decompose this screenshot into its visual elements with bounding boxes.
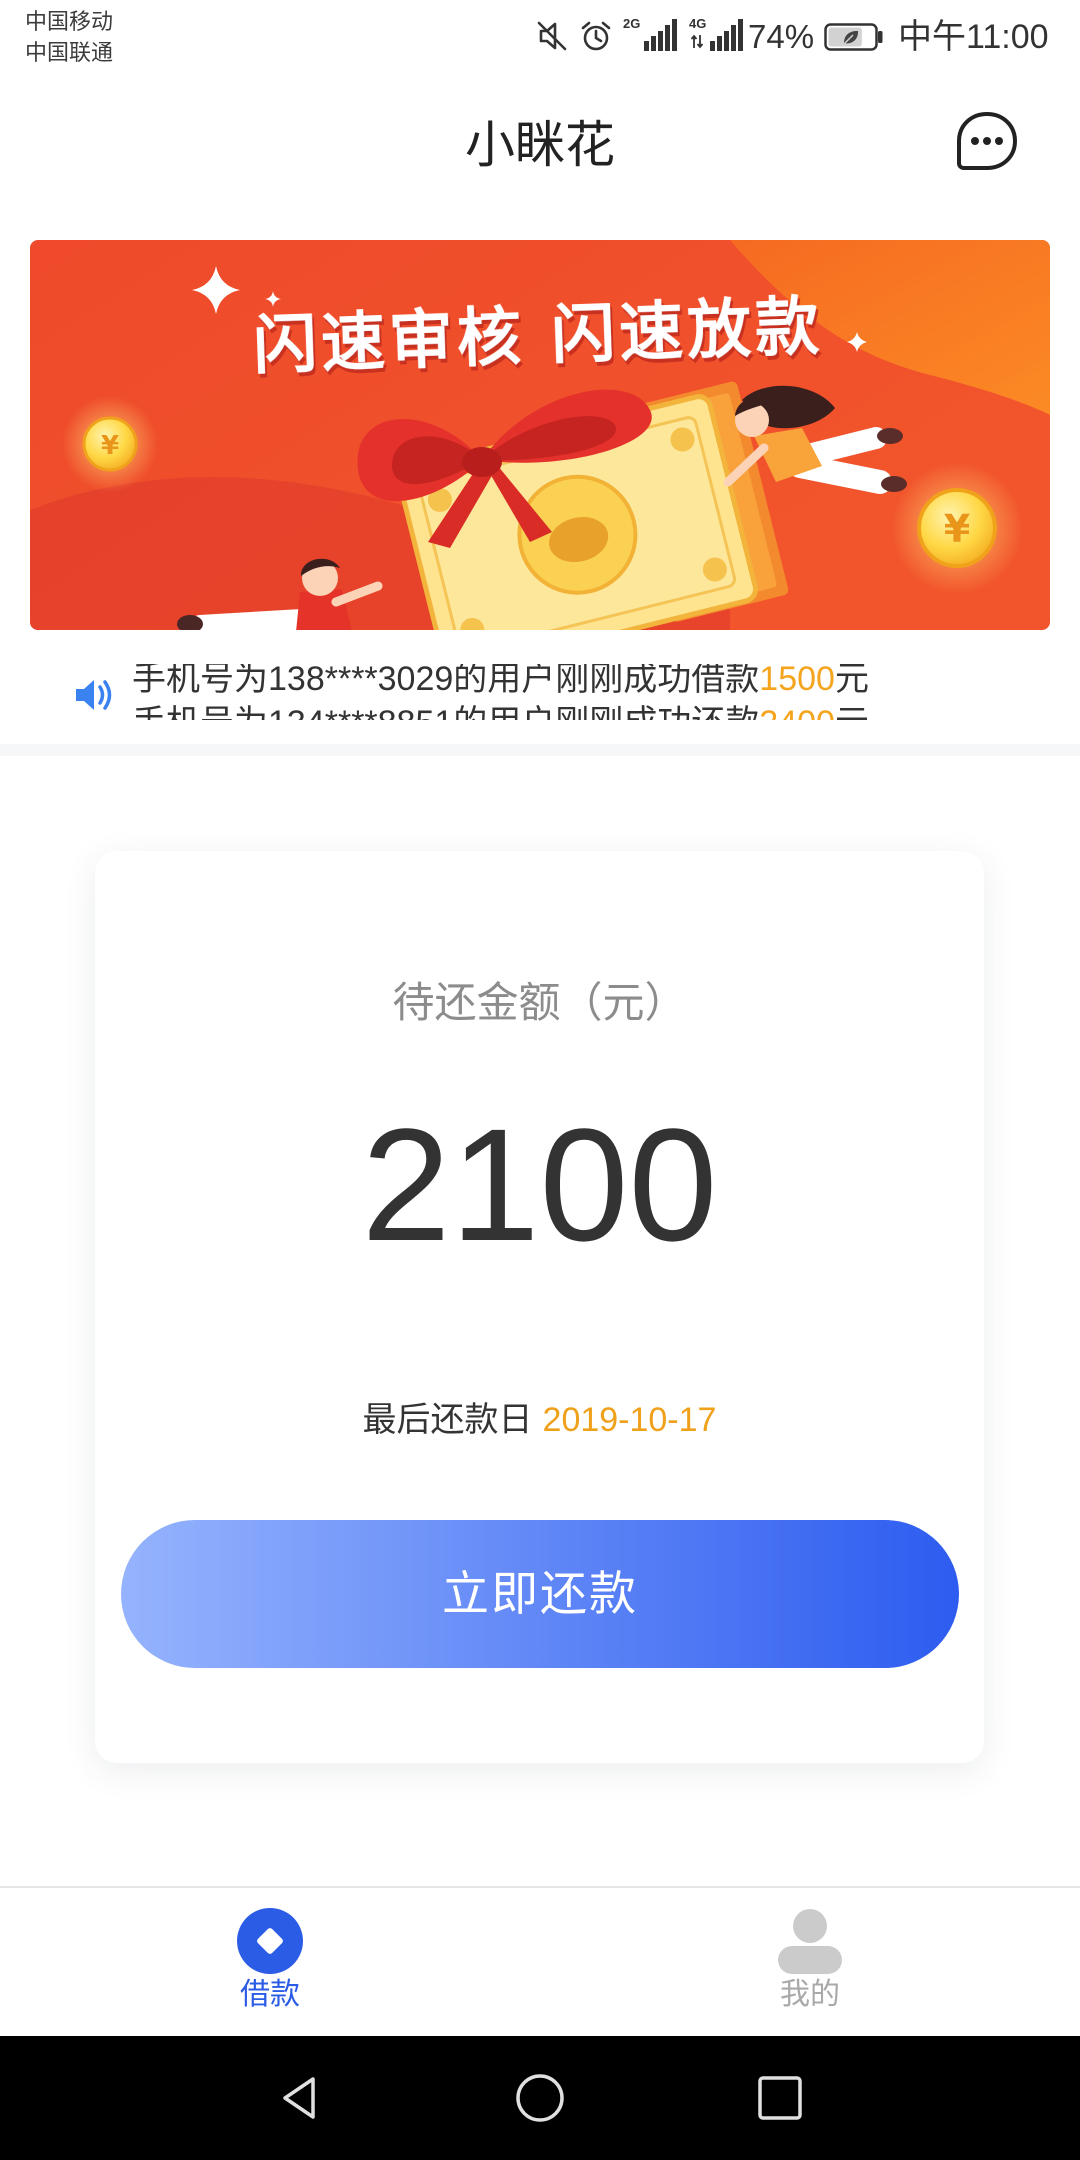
- ticker-message-unit: 元: [834, 664, 869, 698]
- recents-icon[interactable]: [755, 2073, 805, 2123]
- coin-symbol: ¥: [944, 507, 970, 551]
- ticker-message-list: 手机号为138****3029的用户刚刚成功借款1500元 手机号为134***…: [132, 664, 869, 720]
- mute-icon: [537, 21, 567, 51]
- battery-percentage: 74%: [748, 18, 815, 55]
- repay-now-button[interactable]: 立即还款: [121, 1520, 959, 1668]
- tab-loan[interactable]: 借款: [0, 1888, 540, 2036]
- signal-icon: [710, 19, 743, 51]
- amount-due-label: 待还金额（元）: [392, 979, 687, 1026]
- chat-bubble-icon[interactable]: [955, 110, 1019, 174]
- profile-icon: [778, 1909, 842, 1974]
- clock: 中午11:00: [898, 18, 1049, 56]
- coin-icon: ¥: [62, 396, 158, 492]
- loan-icon: [237, 1908, 303, 1974]
- bottom-tab-bar: 借款 我的: [0, 1886, 1080, 2036]
- ticker-message: 手机号为134****8851的用户刚刚成功还款2400元: [132, 701, 869, 720]
- ticker-message-amount: 2400: [759, 704, 835, 720]
- tab-loan-label: 借款: [240, 1978, 300, 2011]
- carrier-sim1: 中国移动: [25, 9, 114, 34]
- data-arrows-icon: [690, 34, 704, 49]
- sim1-network-type: 2G: [623, 16, 641, 31]
- home-icon[interactable]: [515, 2073, 565, 2123]
- ticker-message-unit: 元: [835, 704, 869, 720]
- sim2-signal: 4G: [689, 16, 745, 52]
- ticker-message-text: 手机号为138****3029的用户刚刚成功借款: [132, 664, 760, 698]
- coin-symbol: ¥: [101, 431, 119, 461]
- status-bar: 中国移动 中国联通 2G 4G 74% 中午11:00: [0, 0, 1080, 88]
- speaker-icon: [76, 680, 112, 710]
- back-icon[interactable]: [275, 2073, 325, 2123]
- ticker-message-amount: 1500: [759, 664, 835, 698]
- sim1-signal: 2G: [623, 16, 679, 52]
- notice-ticker: 手机号为138****3029的用户刚刚成功借款1500元 手机号为134***…: [0, 630, 1080, 744]
- section-divider: [0, 744, 1080, 756]
- tab-profile[interactable]: 我的: [540, 1888, 1080, 2036]
- due-date-value: 2019-10-17: [542, 1401, 717, 1439]
- notice-ticker-window: 手机号为138****3029的用户刚刚成功借款1500元 手机号为134***…: [132, 664, 922, 720]
- signal-icon: [644, 19, 677, 51]
- promo-banner[interactable]: 闪速审核 闪速放款 ¥ ¥: [30, 240, 1050, 630]
- sim2-network-type: 4G: [689, 16, 707, 31]
- page-title: 小眯花: [465, 117, 615, 173]
- due-date-label: 最后还款日: [362, 1401, 533, 1439]
- carrier-sim2: 中国联通: [25, 40, 114, 65]
- ticker-message: 手机号为138****3029的用户刚刚成功借款1500元: [132, 664, 869, 701]
- tab-profile-label: 我的: [780, 1978, 840, 2011]
- amount-due-value: 2100: [361, 1095, 718, 1274]
- repayment-card: 待还金额（元） 2100 最后还款日 2019-10-17 立即还款: [95, 851, 984, 1763]
- carrier-names: 中国移动 中国联通: [25, 6, 113, 68]
- ticker-message-text: 手机号为134****8851的用户刚刚成功还款: [132, 704, 759, 720]
- battery-saver-icon: [824, 23, 883, 51]
- system-navigation-bar: [0, 2036, 1080, 2160]
- banner-illustration: 闪速审核 闪速放款 ¥ ¥: [30, 240, 1050, 630]
- coin-icon: ¥: [891, 462, 1023, 594]
- alarm-icon: [581, 21, 611, 51]
- due-date-row: 最后还款日 2019-10-17: [95, 1396, 984, 1444]
